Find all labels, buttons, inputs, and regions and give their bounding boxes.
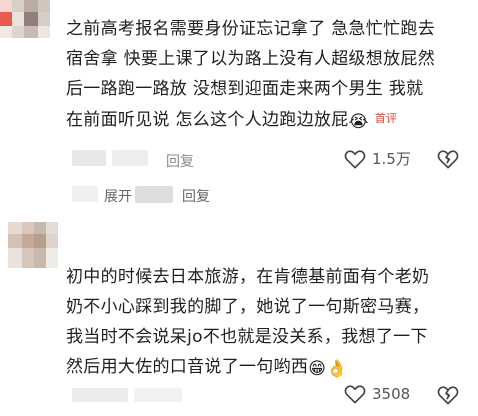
- like-button[interactable]: 3508: [344, 384, 410, 404]
- comment-text: 之前高考报名需要身份证忘记拿了 急急忙忙跑去 宿舍拿 快要上课了以为路上没有人超…: [66, 14, 435, 135]
- redacted-username: [72, 388, 128, 402]
- comment-line: 后一路跑一路放 没想到迎面走来两个男生 我就: [66, 79, 424, 99]
- redacted-timestamp: [112, 150, 148, 166]
- ok-hand-emoji-icon: 👌: [326, 359, 348, 379]
- like-count: 3508: [372, 385, 411, 403]
- broken-heart-icon[interactable]: [437, 385, 459, 405]
- avatar[interactable]: [0, 0, 50, 46]
- comment-line: 之前高考报名需要身份证忘记拿了 急急忙忙跑去: [66, 19, 436, 39]
- first-comment-badge: 首评: [374, 112, 398, 125]
- crying-emoji-icon: 😭: [348, 112, 369, 132]
- comment-line: 奶不小心踩到我的脚了，她说了一句斯密马赛，: [66, 297, 430, 317]
- avatar[interactable]: [8, 222, 58, 268]
- redacted-username: [72, 150, 106, 166]
- redacted-timestamp: [134, 388, 182, 402]
- comment-line-last: 然后用大佐的口音说了一句哟西😁👌: [66, 352, 429, 382]
- heart-icon: [344, 149, 366, 169]
- comment-line: 宿舍拿 快要上课了以为路上没有人超级想放屁然: [66, 49, 436, 69]
- comment-line-last: 在前面听见说 怎么这个人边跑边放屁😭 首评: [66, 104, 435, 135]
- comment-line: 初中的时候去日本旅游，在肯德基前面有个老奶: [66, 267, 430, 287]
- expand-reply-button[interactable]: 回复: [182, 186, 210, 206]
- redacted-reply-count: [135, 186, 173, 203]
- reply-button[interactable]: 回复: [166, 151, 194, 171]
- expand-replies[interactable]: 展开: [104, 186, 132, 206]
- comment-line: 在前面听见说 怎么这个人边跑边放屁: [66, 110, 349, 130]
- broken-heart-icon[interactable]: [437, 149, 459, 169]
- heart-icon: [344, 384, 366, 404]
- comment-text: 初中的时候去日本旅游，在肯德基前面有个老奶 奶不小心踩到我的脚了，她说了一句斯密…: [66, 262, 429, 382]
- like-count: 1.5万: [372, 150, 411, 168]
- comment-line: 然后用大佐的口音说了一句哟西: [66, 357, 309, 377]
- like-button[interactable]: 1.5万: [344, 148, 411, 169]
- grin-emoji-icon: 😁: [308, 359, 327, 379]
- comment-line: 我当时不会说呆jo不也就是没关系，我想了一下: [66, 327, 428, 347]
- redacted-prefix: [72, 186, 98, 202]
